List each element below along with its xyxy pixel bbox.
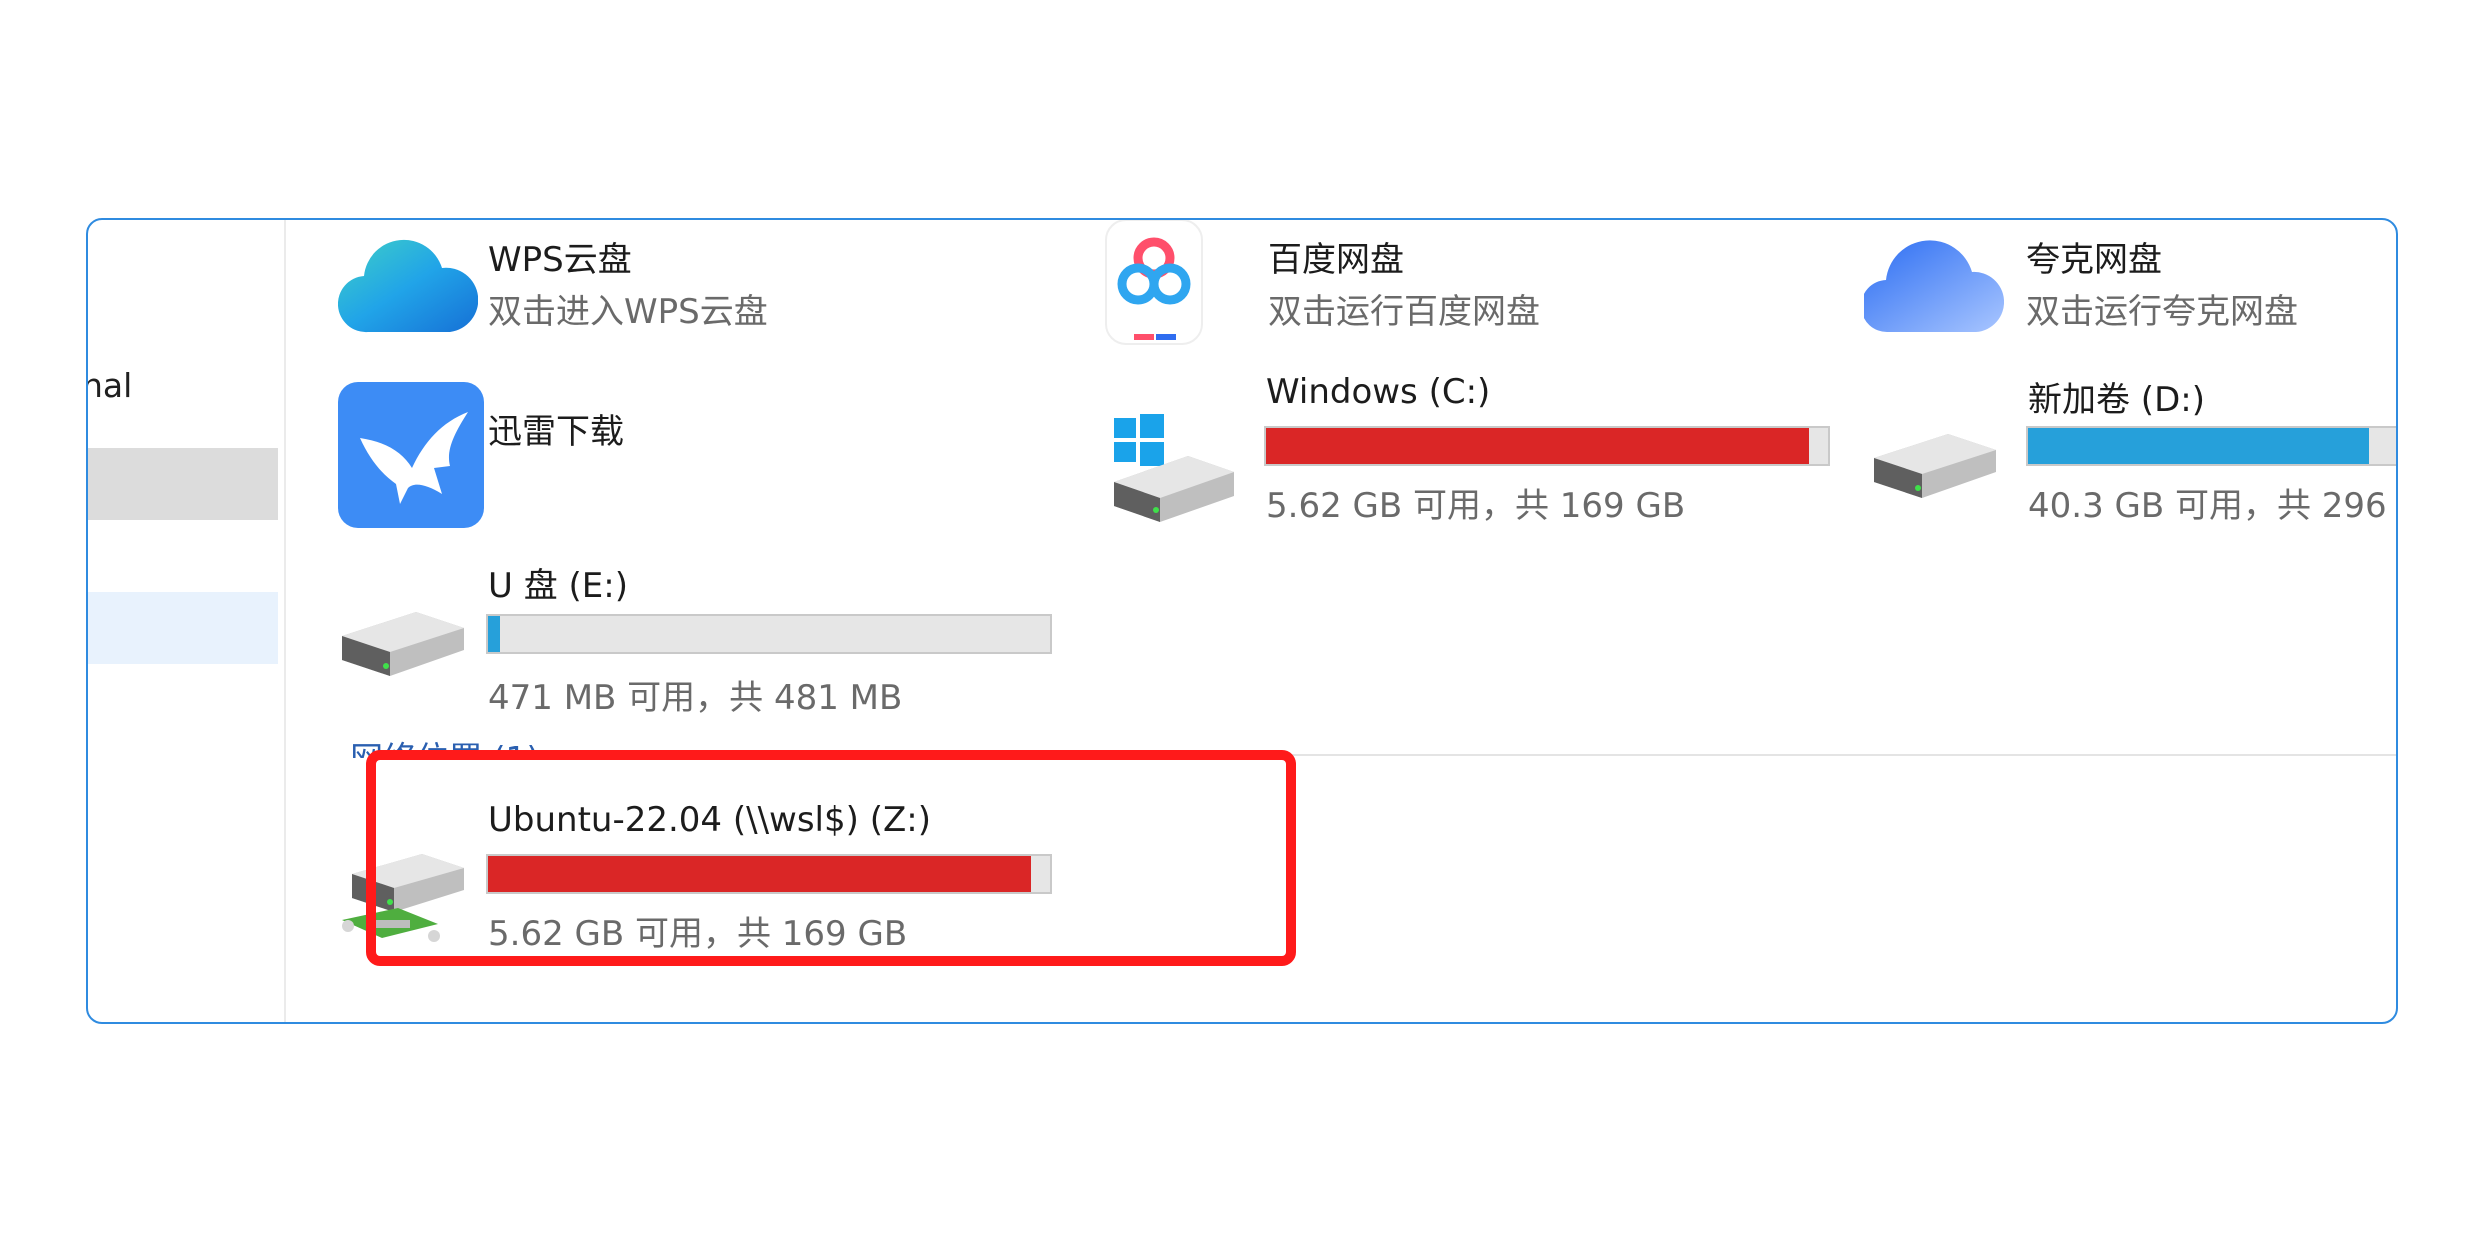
network-drive-icon [342, 854, 464, 942]
windows-drive-icon [1114, 414, 1234, 522]
quark-netdisk-icon [1864, 240, 2004, 333]
tile-wps-cloud[interactable]: WPS云盘 双击进入WPS云盘 [338, 224, 1038, 333]
tile-name: 迅雷下载 [488, 412, 624, 452]
drive-usage-fill [488, 616, 500, 652]
drive-usage-bar [2026, 426, 2396, 466]
wps-cloud-icon [338, 239, 478, 333]
drive-free-space: 471 MB 可用，共 481 MB [488, 678, 903, 718]
navigation-pane: nal [88, 220, 286, 1022]
drive-d[interactable]: 新加卷 (D:) 40.3 GB 可用，共 296 [1870, 372, 2396, 532]
chevron-down-icon: ⌄ [312, 739, 350, 758]
drive-usage-bar [1264, 426, 1830, 466]
tile-quark-netdisk[interactable]: 夸克网盘 双击运行夸克网盘 [1864, 224, 2396, 333]
drive-usage-bar [486, 614, 1052, 654]
tile-xunlei-download[interactable]: 迅雷下载 [338, 382, 1038, 532]
hard-drive-icon [1874, 434, 1996, 498]
tile-baidu-netdisk[interactable]: 百度网盘 双击运行百度网盘 [1104, 220, 1804, 354]
hard-drive-icon [342, 612, 464, 676]
drive-name: U 盘 (E:) [488, 566, 628, 606]
drive-usage-fill [1266, 428, 1809, 464]
drive-usage-fill [488, 856, 1031, 892]
drive-name: 新加卷 (D:) [2028, 380, 2205, 420]
tile-description: 双击运行百度网盘 [1268, 292, 1540, 332]
network-locations-header[interactable]: ⌄ 网络位置 (1) [312, 732, 539, 758]
sidebar-item-hovered[interactable] [88, 448, 278, 520]
tile-description: 双击运行夸克网盘 [2026, 292, 2298, 332]
group-label: 网络位置 (1) [350, 739, 539, 758]
tile-name: WPS云盘 [488, 240, 632, 280]
group-divider [788, 754, 2396, 756]
explorer-window: nal WPS云盘 双击进入WPS云盘 百度网盘 双击运行百度网盘 夸克网盘 双… [86, 218, 2398, 1024]
drive-e[interactable]: U 盘 (E:) 471 MB 可用，共 481 MB [338, 546, 1198, 718]
drive-free-space: 5.62 GB 可用，共 169 GB [488, 914, 908, 954]
tile-name: 百度网盘 [1268, 240, 1404, 280]
sidebar-item-label[interactable]: nal [88, 366, 132, 405]
baidu-netdisk-icon [1105, 220, 1203, 345]
drive-name: Windows (C:) [1266, 372, 1491, 412]
drive-usage-bar [486, 854, 1052, 894]
drive-name: Ubuntu-22.04 (\\wsl$) (Z:) [488, 800, 931, 840]
drive-free-space: 40.3 GB 可用，共 296 [2028, 486, 2387, 526]
tile-description: 双击进入WPS云盘 [488, 292, 768, 332]
tile-name: 夸克网盘 [2026, 240, 2162, 280]
drive-c[interactable]: Windows (C:) 5.62 GB 可用，共 169 GB [1108, 372, 1868, 532]
xunlei-bird-icon [338, 382, 484, 528]
drive-usage-fill [2028, 428, 2369, 464]
drive-z[interactable]: Ubuntu-22.04 (\\wsl$) (Z:) 5.62 GB 可用，共 … [338, 800, 1198, 970]
drive-free-space: 5.62 GB 可用，共 169 GB [1266, 486, 1686, 526]
sidebar-item-selected[interactable] [88, 592, 278, 664]
